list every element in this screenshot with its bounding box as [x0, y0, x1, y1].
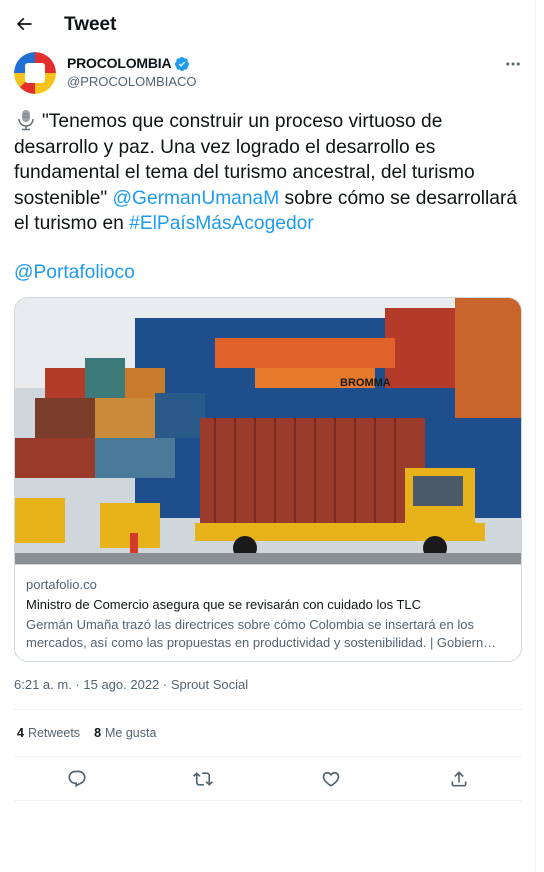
- retweet-icon: [193, 772, 213, 786]
- tweet-date: 15 ago. 2022: [83, 677, 160, 692]
- share-icon: [451, 771, 467, 787]
- tweet-actions: [14, 758, 522, 798]
- tweet-time-link[interactable]: 6:21 a. m. · 15 ago. 2022: [14, 677, 159, 692]
- retweets-label: Retweets: [27, 726, 81, 740]
- likes-stat[interactable]: 8 Me gusta: [94, 726, 156, 741]
- author-name-row[interactable]: PROCOLOMBIA: [67, 55, 190, 72]
- avatar[interactable]: [14, 52, 56, 94]
- retweet-button[interactable]: [186, 762, 220, 796]
- card-description: Germán Umaña trazó las directrices sobre…: [26, 617, 497, 650]
- share-button[interactable]: [442, 762, 476, 796]
- divider: [14, 709, 522, 710]
- reply-button[interactable]: [60, 762, 94, 796]
- page-title: Tweet: [64, 14, 117, 35]
- mention-link-germanumanam[interactable]: @GermanUmanaM: [113, 188, 280, 209]
- reply-icon: [68, 770, 86, 788]
- back-button[interactable]: [8, 8, 40, 40]
- author-handle[interactable]: @PROCOLOMBIACO: [67, 74, 197, 89]
- card-meta: portafolio.co Ministro de Comercio asegu…: [15, 564, 521, 661]
- like-icon: [322, 771, 340, 787]
- author-name[interactable]: PROCOLOMBIA: [67, 55, 172, 72]
- tweet-text: "Tenemos que construir un proceso virtuo…: [14, 109, 524, 237]
- divider: [14, 756, 522, 757]
- tweet-page: Tweet PROCOLOMBIA @PROCOLOMBIACO "Tenemo…: [0, 0, 536, 872]
- link-card[interactable]: BROMMA portafolio.co Ministro de Comerci…: [14, 297, 522, 662]
- tweet-source-link[interactable]: Sprout Social: [171, 677, 248, 692]
- verified-badge-icon: [175, 56, 190, 71]
- arrow-left-icon: [16, 17, 32, 31]
- more-options-button[interactable]: [498, 52, 528, 76]
- mention-link-portafolioco[interactable]: @Portafolioco: [14, 260, 135, 286]
- hashtag-link[interactable]: #ElPaísMásAcogedor: [129, 213, 314, 234]
- like-button[interactable]: [314, 762, 348, 796]
- tweet-timestamp: 6:21 a. m. · 15 ago. 2022 · Sprout Socia…: [14, 677, 248, 693]
- divider: [14, 800, 522, 801]
- card-title: Ministro de Comercio asegura que se revi…: [26, 597, 422, 612]
- card-domain: portafolio.co: [26, 577, 97, 592]
- card-image-label: BROMMA: [340, 377, 391, 389]
- tweet-stats: 4 Retweets 8 Me gusta: [17, 726, 170, 741]
- meta-separator: ·: [71, 677, 84, 692]
- retweets-count: 4: [17, 726, 24, 740]
- tweet-time: 6:21 a. m.: [14, 677, 72, 692]
- retweets-stat[interactable]: 4 Retweets: [17, 726, 80, 741]
- likes-label: Me gusta: [105, 726, 157, 740]
- microphone-icon: [18, 110, 34, 131]
- header: Tweet: [0, 0, 536, 50]
- meta-separator-2: ·: [159, 677, 171, 692]
- likes-count: 8: [94, 726, 102, 740]
- more-dots-icon: [506, 62, 520, 66]
- card-image: BROMMA: [15, 298, 521, 564]
